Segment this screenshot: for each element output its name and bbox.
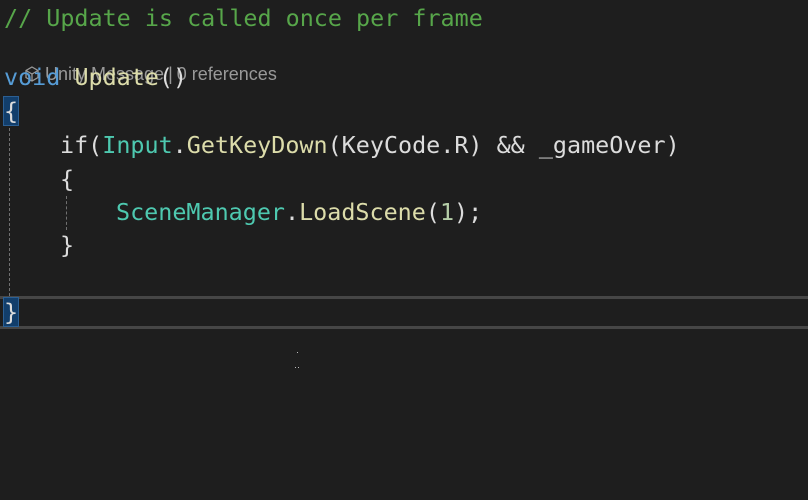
close-brace-line: } [2, 296, 20, 329]
method-signature-line: void Update() [4, 61, 187, 94]
type-input: Input [102, 131, 173, 159]
method-name-update: Update [74, 63, 159, 91]
if-arguments: (KeyCode.R) && _gameOver) [327, 131, 680, 159]
close-brace-highlighted: } [2, 297, 20, 327]
method-loadscene: LoadScene [299, 198, 426, 226]
type-scenemanager: SceneManager [116, 198, 285, 226]
signature-parens: () [158, 63, 188, 91]
artifact-dot [298, 367, 299, 368]
keyword-if: if( [60, 131, 103, 159]
open-paren: ( [425, 198, 440, 226]
member-dot: . [172, 131, 187, 159]
inner-open-brace-line: { [60, 165, 75, 193]
current-line-highlight [0, 296, 808, 329]
inner-close-brace-line: } [60, 231, 75, 259]
codelens-references[interactable]: 0 references [177, 64, 277, 84]
load-scene-line: SceneManager.LoadScene(1); [116, 196, 482, 229]
number-literal: 1 [439, 198, 455, 226]
open-brace-highlighted: { [2, 96, 20, 126]
code-editor[interactable]: // Update is called once per frame Unity… [0, 0, 808, 500]
codelens-info[interactable]: Unity Message | 0 references [4, 38, 277, 84]
indent-guide-inner [66, 196, 67, 230]
member-dot: . [285, 198, 300, 226]
keyword-void: void [4, 63, 61, 91]
close-paren-semicolon: ); [454, 198, 483, 226]
artifact-dot [297, 352, 298, 353]
code-comment-line: // Update is called once per frame [4, 4, 483, 32]
open-brace-line: { [2, 95, 20, 128]
artifact-dot [295, 367, 296, 368]
indent-guide-outer [9, 128, 10, 296]
method-getkeydown: GetKeyDown [186, 131, 328, 159]
if-statement-line: if(Input.GetKeyDown(KeyCode.R) && _gameO… [60, 129, 680, 162]
